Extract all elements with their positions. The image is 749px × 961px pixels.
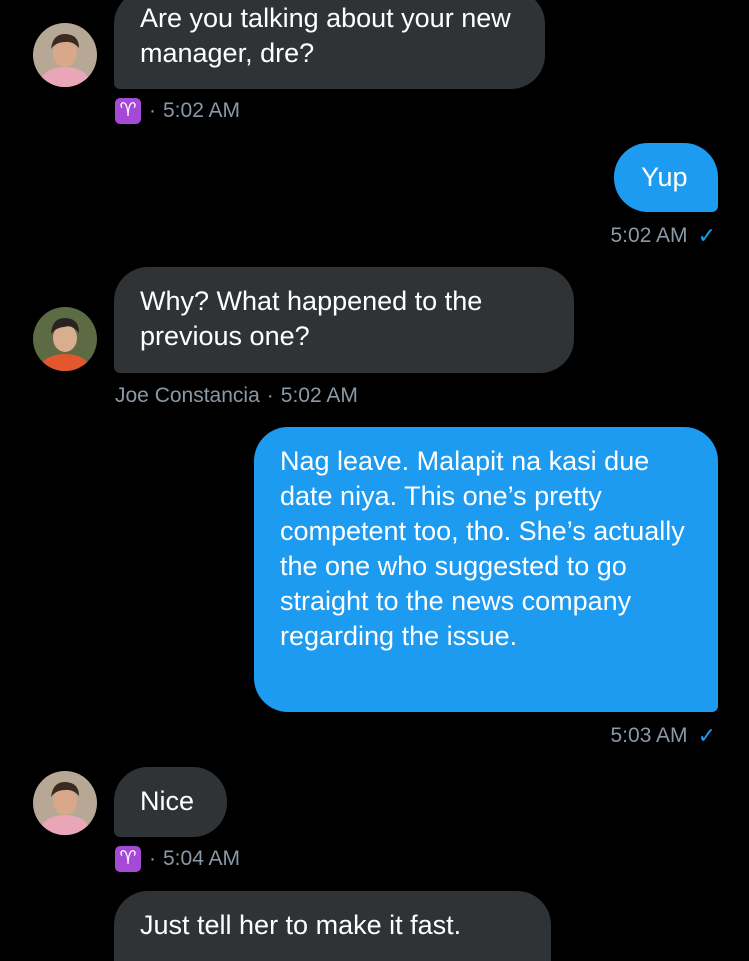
message-bubble[interactable]: Nag leave. Malapit na kasi due date niya… — [254, 427, 718, 712]
read-check-icon: ✓ — [697, 223, 716, 248]
message-meta: 5:02 AM ✓ — [611, 223, 717, 249]
message-bubble[interactable]: Why? What happened to the previous one? — [114, 267, 574, 373]
message-text: Nice — [140, 786, 195, 816]
message-text: Nag leave. Malapit na kasi due date niya… — [280, 446, 685, 651]
message-text: Are you talking about your new manager, … — [140, 3, 511, 68]
message-meta: 5:03 AM ✓ — [611, 723, 717, 749]
meta-separator: · — [266, 384, 274, 407]
meta-separator: · — [149, 99, 156, 122]
message-time: 5:02 AM — [163, 99, 241, 122]
message-bubble[interactable]: Are you talking about your new manager, … — [114, 0, 545, 89]
message-text: Why? What happened to the previous one? — [140, 286, 483, 351]
meta-separator: · — [149, 847, 156, 870]
message-meta: Joe Constancia · 5:02 AM — [115, 383, 358, 409]
message-text: Yup — [641, 162, 688, 192]
message-text: Just tell her to make it fast. — [140, 910, 462, 940]
avatar[interactable] — [33, 23, 97, 87]
message-bubble[interactable]: Yup — [614, 143, 718, 212]
message-meta: ♈ · 5:04 AM — [115, 846, 240, 872]
read-check-icon: ✓ — [697, 723, 716, 748]
message-bubble[interactable]: Nice — [114, 767, 227, 837]
avatar[interactable] — [33, 307, 97, 371]
avatar[interactable] — [33, 771, 97, 835]
message-time: 5:02 AM — [610, 224, 688, 247]
aries-zodiac-icon: ♈ — [115, 846, 141, 872]
message-bubble[interactable]: Just tell her to make it fast. — [114, 891, 551, 961]
message-time: 5:04 AM — [163, 847, 241, 870]
message-time: 5:03 AM — [610, 724, 688, 747]
message-meta: ♈ · 5:02 AM — [115, 98, 240, 124]
aries-zodiac-icon: ♈ — [115, 98, 141, 124]
sender-name[interactable]: Joe Constancia — [115, 383, 260, 409]
message-time: 5:02 AM — [280, 384, 358, 407]
